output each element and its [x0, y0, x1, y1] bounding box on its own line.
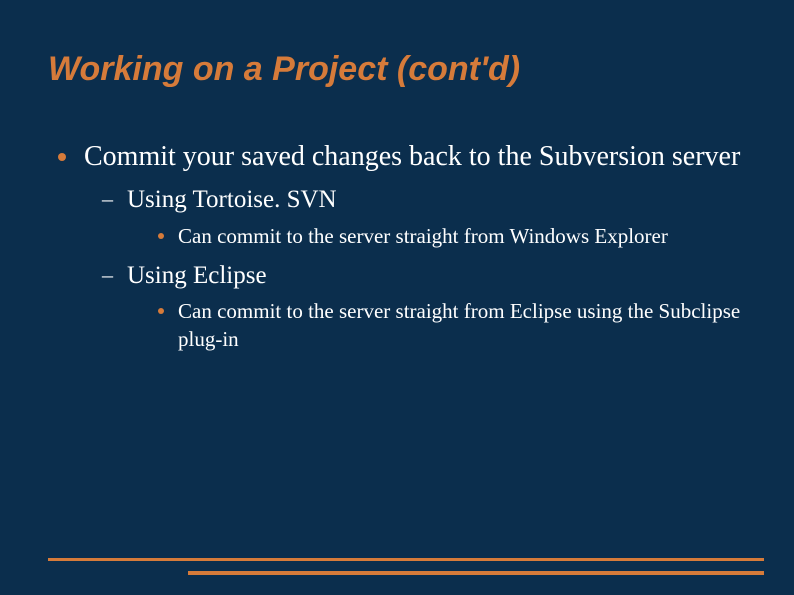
list-item-text: Can commit to the server straight from E… [178, 298, 746, 353]
divider [188, 571, 764, 575]
list-item: Can commit to the server straight from E… [158, 298, 746, 353]
slide-title: Working on a Project (cont'd) [48, 50, 746, 89]
slide: Working on a Project (cont'd) Commit you… [0, 0, 794, 595]
bullet-icon [158, 308, 164, 314]
bullet-icon [158, 233, 164, 239]
list-item-text: Commit your saved changes back to the Su… [84, 139, 740, 174]
dash-icon: – [102, 184, 113, 215]
list-item: – Using Tortoise. SVN [102, 184, 746, 217]
slide-content: Commit your saved changes back to the Su… [48, 139, 746, 353]
bullet-icon [58, 153, 66, 161]
list-item: Commit your saved changes back to the Su… [58, 139, 746, 174]
divider [48, 558, 764, 561]
footer-rules [48, 558, 764, 575]
list-item-text: Using Tortoise. SVN [127, 184, 337, 217]
list-item: Can commit to the server straight from W… [158, 223, 746, 250]
list-item: – Using Eclipse [102, 260, 746, 293]
list-item-text: Can commit to the server straight from W… [178, 223, 668, 250]
list-item-text: Using Eclipse [127, 260, 267, 293]
dash-icon: – [102, 260, 113, 291]
